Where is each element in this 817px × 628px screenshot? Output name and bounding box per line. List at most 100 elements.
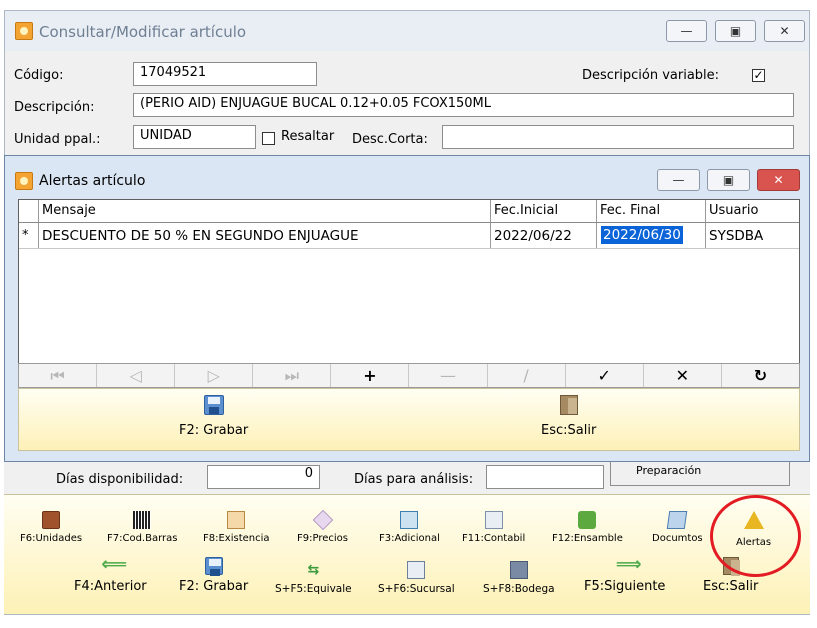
save-icon (204, 557, 223, 576)
dias-analisis-label: Días para análisis: (354, 472, 474, 487)
puzzle-icon (578, 511, 597, 529)
delete-record-button[interactable]: — (409, 364, 488, 387)
alerts-minimize-button[interactable]: — (657, 169, 700, 191)
salir-label: Esc:Salir (703, 579, 759, 594)
minus-icon: — (440, 366, 457, 385)
alerts-exit-button[interactable]: Esc:Salir (541, 395, 596, 438)
first-icon: ⏮ (50, 365, 65, 385)
barcode-icon (133, 511, 152, 529)
precios-button[interactable]: F9:Precios (297, 509, 348, 544)
descripcion-label: Descripción: (14, 100, 95, 115)
anterior-label: F4:Anterior (74, 579, 147, 594)
minimize-icon: — (680, 24, 693, 38)
resaltar-label: Resaltar (281, 129, 335, 144)
col-header-usuario[interactable]: Usuario (706, 200, 801, 222)
prior-record-button[interactable]: ◁ (97, 364, 176, 387)
equivale-button[interactable]: ⇆ S+F5:Equivale (275, 561, 352, 595)
documentos-label: Documtos (652, 533, 703, 544)
alerts-window-title: Alertas artículo (39, 173, 146, 189)
article-window-titlebar[interactable]: Consultar/Modificar artículo — ▣ ✕ (5, 11, 809, 51)
descripcion-field[interactable]: (PERIO AID) ENJUAGUE BUCAL 0.12+0.05 FCO… (133, 93, 794, 117)
maximize-icon: ▣ (722, 173, 735, 187)
close-button[interactable]: ✕ (764, 20, 805, 42)
edit-record-button[interactable]: ∕ (488, 364, 566, 387)
last-record-button[interactable]: ⏭ (253, 364, 332, 387)
exit-door-icon (559, 395, 578, 415)
box-icon (42, 511, 61, 529)
adicional-label: F3:Adicional (379, 533, 440, 544)
app-icon (15, 22, 33, 40)
col-header-fec-final[interactable]: Fec. Final (597, 200, 706, 222)
unidades-label: F6:Unidades (20, 533, 83, 544)
table-row[interactable]: * DESCUENTO DE 50 % EN SEGUNDO ENJUAGUE … (19, 223, 799, 249)
resaltar-checkbox[interactable] (262, 132, 275, 145)
article-window-title: Consultar/Modificar artículo (39, 23, 247, 41)
desc-variable-checkbox[interactable]: ✓ (752, 69, 765, 82)
documentos-button[interactable]: Documtos (652, 511, 703, 544)
alerts-window: Alertas artículo — ▣ ✕ Mensaje Fec.Inici… (4, 155, 810, 462)
unidad-label: Unidad ppal.: (14, 132, 101, 147)
grabar-button[interactable]: F2: Grabar (179, 557, 248, 594)
price-tag-icon (312, 509, 333, 531)
save-icon (203, 395, 224, 415)
last-icon: ⏭ (284, 365, 300, 385)
refresh-button[interactable]: ↻ (722, 364, 799, 387)
sucursal-button[interactable]: S+F6:Sucursal (378, 561, 455, 595)
grabar-label: F2: Grabar (179, 579, 249, 594)
codigo-label: Código: (14, 68, 64, 83)
minimize-button[interactable]: — (666, 20, 707, 42)
cell-usuario[interactable]: SYSDBA (706, 223, 801, 248)
dias-disponibilidad-label: Días disponibilidad: (56, 472, 184, 487)
arrow-right-icon: ⟹ (615, 554, 642, 575)
contabil-label: F11:Contabil (462, 533, 526, 544)
minimize-icon: — (672, 173, 685, 187)
unidades-button[interactable]: F6:Unidades (20, 511, 82, 544)
clipboard-icon (227, 511, 246, 529)
alerts-close-button[interactable]: ✕ (757, 169, 800, 191)
cod-barras-label: F7:Cod.Barras (107, 533, 178, 544)
ensamble-button[interactable]: F12:Ensamble (552, 511, 623, 544)
cell-fec-final[interactable]: 2022/06/30 (597, 223, 706, 248)
cod-barras-button[interactable]: F7:Cod.Barras (107, 511, 177, 544)
cancel-record-button[interactable]: ✕ (644, 364, 722, 387)
sucursal-label: S+F6:Sucursal (378, 583, 455, 595)
warehouse-icon (509, 561, 528, 579)
cell-fec-final-selected[interactable]: 2022/06/30 (601, 226, 683, 244)
dias-disponibilidad-field[interactable]: 0 (207, 465, 320, 489)
alerts-exit-label: Esc:Salir (541, 423, 597, 438)
adicional-button[interactable]: F3:Adicional (379, 511, 440, 544)
dias-analisis-field[interactable] (486, 465, 604, 489)
cross-icon: ✕ (675, 366, 689, 385)
cell-fec-inicial[interactable]: 2022/06/22 (491, 223, 597, 248)
grid-navigator: ⏮ ◁ ▷ ⏭ + — ∕ ✓ ✕ ↻ (18, 363, 800, 388)
precios-label: F9:Precios (297, 533, 348, 544)
unidad-field[interactable]: UNIDAD (133, 125, 256, 149)
contabil-button[interactable]: F11:Contabil (462, 511, 525, 544)
first-record-button[interactable]: ⏮ (19, 364, 98, 387)
alerts-save-button[interactable]: F2: Grabar (179, 395, 248, 438)
siguiente-button[interactable]: ⟹ F5:Siguiente (584, 554, 666, 595)
arrow-left-icon: ⟸ (101, 554, 128, 575)
alerts-maximize-button[interactable]: ▣ (707, 169, 750, 191)
cell-mensaje[interactable]: DESCUENTO DE 50 % EN SEGUNDO ENJUAGUE (39, 223, 491, 248)
maximize-button[interactable]: ▣ (715, 20, 756, 42)
desc-corta-field[interactable] (442, 125, 794, 149)
prior-icon: ◁ (129, 366, 142, 385)
post-record-button[interactable]: ✓ (566, 364, 644, 387)
bodega-button[interactable]: S+F8:Bodega (483, 561, 555, 595)
ensamble-label: F12:Ensamble (552, 533, 623, 544)
grid-header-indicator (19, 200, 39, 222)
codigo-field[interactable]: 17049521 (133, 62, 317, 86)
col-header-mensaje[interactable]: Mensaje (39, 200, 491, 222)
alerts-grid: Mensaje Fec.Inicial Fec. Final Usuario *… (18, 199, 800, 365)
next-icon: ▷ (207, 366, 220, 385)
branch-icon (407, 561, 426, 579)
preparacion-box[interactable]: Preparación (610, 462, 790, 486)
col-header-fec-inicial[interactable]: Fec.Inicial (491, 200, 597, 222)
anterior-button[interactable]: ⟸ F4:Anterior (74, 554, 147, 595)
next-record-button[interactable]: ▷ (175, 364, 254, 387)
main-toolbar: F6:Unidades F7:Cod.Barras F8:Existencia … (4, 494, 810, 614)
existencia-button[interactable]: F8:Existencia (203, 511, 270, 544)
insert-record-button[interactable]: + (331, 364, 410, 387)
siguiente-label: F5:Siguiente (584, 579, 666, 594)
